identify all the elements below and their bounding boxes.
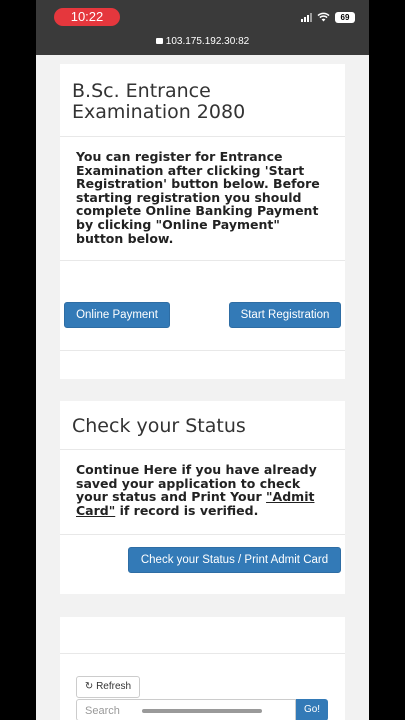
status-instructions: Continue Here if you have already saved … bbox=[60, 463, 345, 517]
start-registration-button[interactable]: Start Registration bbox=[229, 302, 341, 328]
divider bbox=[60, 534, 345, 535]
signal-icon bbox=[301, 12, 312, 22]
registration-card: B.Sc. Entrance Examination 2080 You can … bbox=[60, 64, 345, 379]
status-text-part2: if record is verified. bbox=[115, 502, 259, 518]
home-indicator bbox=[142, 709, 262, 713]
go-button[interactable]: Go! bbox=[296, 699, 328, 720]
status-bar: 10:22 69 103.175.192.30:82 bbox=[36, 0, 369, 55]
clock: 10:22 bbox=[54, 8, 120, 26]
divider bbox=[60, 653, 345, 654]
refresh-label: Refresh bbox=[96, 681, 132, 692]
refresh-icon: ↻ bbox=[84, 681, 94, 692]
online-payment-button[interactable]: Online Payment bbox=[64, 302, 170, 328]
divider bbox=[60, 260, 345, 261]
url-text: 103.175.192.30:82 bbox=[165, 36, 250, 47]
refresh-button[interactable]: ↻ Refresh bbox=[76, 676, 140, 698]
divider bbox=[60, 449, 345, 450]
phone-screen: 10:22 69 103.175.192.30:82 B.Sc. Entranc… bbox=[36, 0, 369, 720]
check-status-button[interactable]: Check your Status / Print Admit Card bbox=[128, 547, 341, 573]
status-title: Check your Status bbox=[72, 415, 246, 437]
registration-instructions: You can register for Entrance Examinatio… bbox=[76, 149, 320, 246]
wifi-icon bbox=[317, 12, 330, 22]
status-icons: 69 bbox=[301, 10, 355, 24]
lock-icon bbox=[155, 38, 163, 44]
address-bar[interactable]: 103.175.192.30:82 bbox=[36, 34, 369, 50]
status-card: Check your Status Continue Here if you h… bbox=[60, 401, 345, 594]
registration-title: B.Sc. Entrance Examination 2080 bbox=[72, 80, 246, 123]
divider bbox=[60, 136, 345, 137]
divider bbox=[60, 350, 345, 351]
battery-icon: 69 bbox=[335, 11, 355, 23]
